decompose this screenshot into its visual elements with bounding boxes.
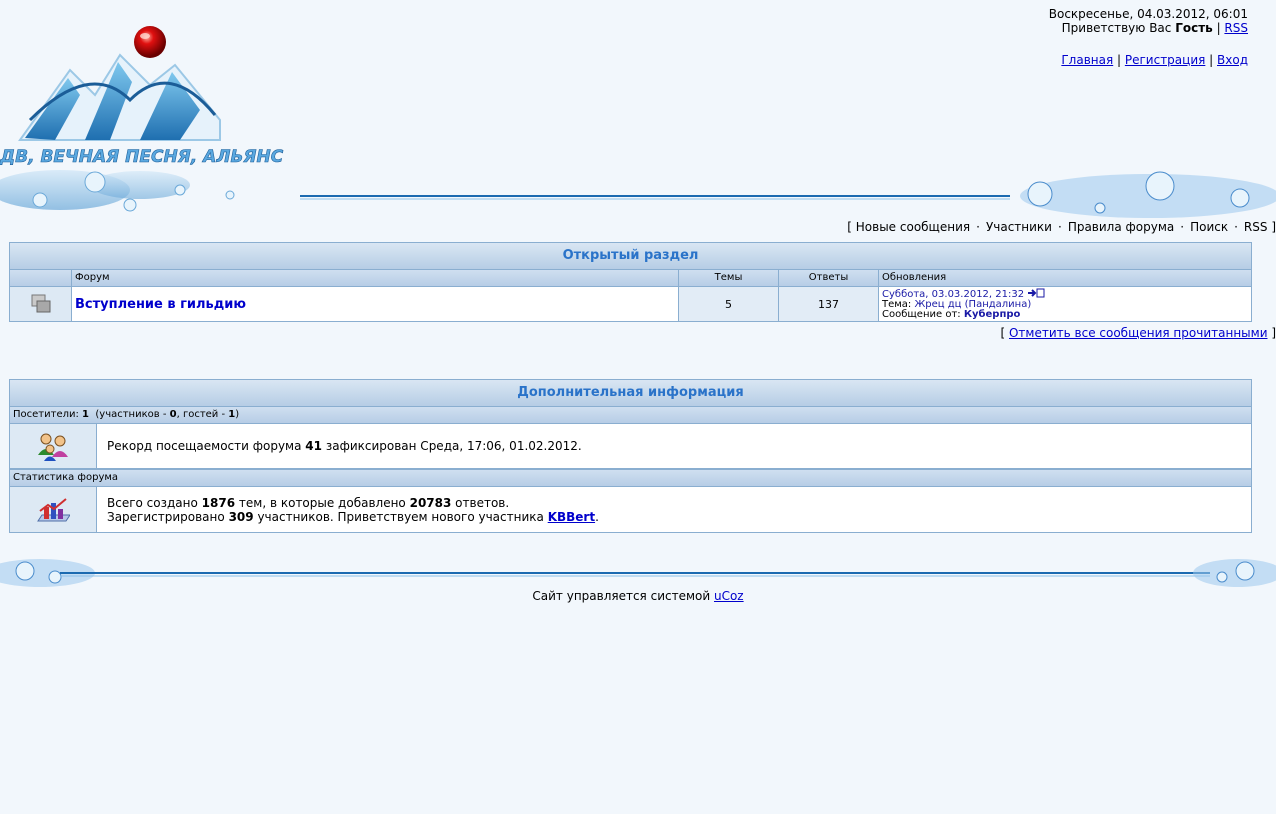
record-text: Рекорд посещаемости форума 41 зафиксиров… — [107, 439, 582, 453]
register-link[interactable]: Регистрация — [1125, 53, 1205, 67]
col-replies: Ответы — [779, 270, 879, 286]
current-datetime: Воскресенье, 04.03.2012, 06:01 — [1048, 7, 1248, 21]
rss-link[interactable]: RSS — [1224, 21, 1248, 35]
stats-users: 309 — [228, 509, 254, 524]
open-section-table: Открытый раздел Форум Темы Ответы Обновл… — [9, 242, 1252, 322]
goto-last-post-icon[interactable] — [1027, 288, 1045, 298]
newest-user-link[interactable]: KBBert — [548, 510, 595, 524]
top-nav: Главная | Регистрация | Вход — [1061, 53, 1248, 67]
section-title[interactable]: Открытый раздел — [10, 243, 1251, 270]
mark-all-read-link[interactable]: Отметить все сообщения прочитанными — [1009, 326, 1268, 340]
forum-replies-count: 137 — [779, 287, 879, 321]
stats-bar: Статистика форума — [10, 469, 1251, 487]
greeting: Приветствую Вас Гость | RSS — [1061, 21, 1248, 35]
footer: Сайт управляется системой uCoz — [532, 589, 744, 603]
stats-topics: 1876 — [201, 495, 236, 510]
last-author-link[interactable]: Куберпро — [964, 309, 1021, 320]
forum-row: Вступление в гильдию 5 137 Суббота, 03.0… — [10, 287, 1251, 321]
nav-new-posts[interactable]: Новые сообщения — [856, 220, 970, 234]
nav-rss[interactable]: RSS — [1244, 220, 1268, 234]
guest-name: Гость — [1175, 21, 1213, 35]
login-link[interactable]: Вход — [1217, 53, 1248, 67]
users-icon — [38, 433, 68, 461]
nav-rules[interactable]: Правила форума — [1068, 220, 1174, 234]
logo-text: ДВ, ВЕЧНАЯ ПЕСНЯ, АЛЬЯНС — [0, 147, 284, 167]
info-title: Дополнительная информация — [10, 380, 1251, 407]
forum-read-icon — [31, 294, 50, 313]
stats-chart-icon — [37, 497, 70, 521]
record-row: Рекорд посещаемости форума 41 зафиксиров… — [10, 424, 1251, 469]
user-panel: Воскресенье, 04.03.2012, 06:01 Приветств… — [1049, 7, 1248, 67]
forum-link[interactable]: Вступление в гильдию — [72, 297, 246, 312]
nav-members[interactable]: Участники — [986, 220, 1052, 234]
nav-search[interactable]: Поиск — [1190, 220, 1228, 234]
forum-status-cell — [10, 287, 72, 321]
footer-wave-divider — [0, 559, 1276, 587]
visitors-bar: Посетители: 1 (участников - 0, гостей - … — [10, 407, 1251, 424]
forum-last-update: Суббота, 03.03.2012, 21:32 Тема: Жрец дц… — [879, 287, 1251, 321]
stats-replies: 20783 — [409, 495, 452, 510]
col-topics: Темы — [679, 270, 779, 286]
forum-nav: [ Новые сообщения · Участники · Правила фору… — [847, 220, 1276, 234]
column-headers: Форум Темы Ответы Обновления — [10, 270, 1251, 287]
home-link[interactable]: Главная — [1061, 53, 1113, 67]
record-value: 41 — [305, 439, 322, 453]
col-forum: Форум — [72, 270, 679, 286]
ucoz-link[interactable]: uCoz — [714, 589, 744, 603]
info-section-table: Дополнительная информация Посетители: 1 … — [9, 379, 1252, 533]
col-updates: Обновления — [882, 272, 947, 283]
forum-topics-count: 5 — [679, 287, 779, 321]
stats-text: Всего создано 1876 тем, в которые добавл… — [107, 495, 599, 524]
mark-read-bar: [ Отметить все сообщения прочитанными ] — [1000, 326, 1276, 340]
stats-row: Всего создано 1876 тем, в которые добавл… — [10, 487, 1251, 532]
